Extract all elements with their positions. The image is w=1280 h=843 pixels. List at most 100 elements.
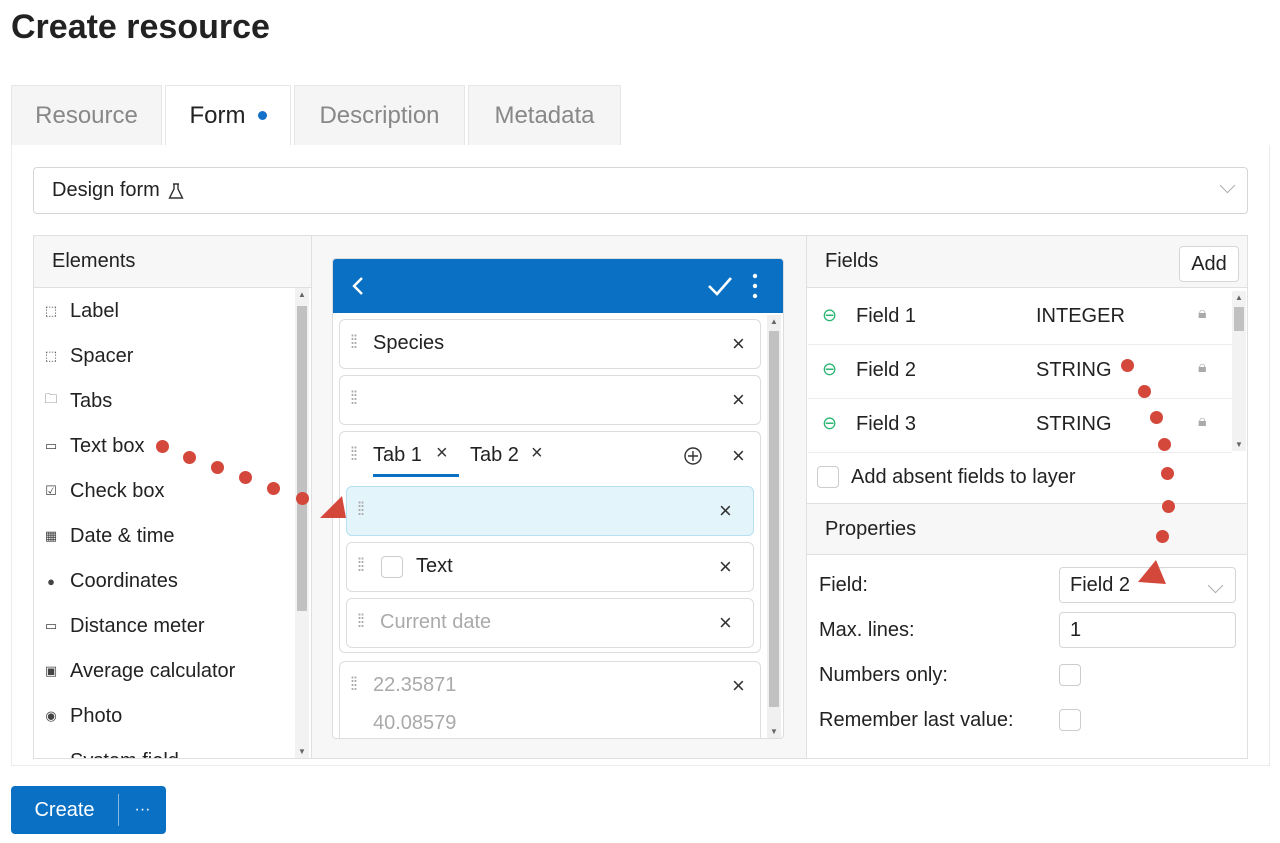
prop-field-label: Field: bbox=[819, 574, 868, 597]
preview-date[interactable]: ⁞⁞ Current date × bbox=[346, 598, 754, 648]
max-lines-input[interactable]: 1 bbox=[1059, 612, 1236, 648]
annotation-dot bbox=[1138, 385, 1151, 398]
checkbox-box[interactable] bbox=[381, 556, 403, 578]
close-tab-2-icon[interactable]: × bbox=[531, 442, 543, 465]
preview-scrollbar[interactable]: ▲ ▼ bbox=[767, 315, 781, 738]
add-absent-label: Add absent fields to layer bbox=[851, 466, 1076, 488]
close-icon[interactable]: × bbox=[732, 387, 745, 413]
element-date-time[interactable]: ▦ Date & time bbox=[40, 521, 175, 551]
elements-scrollbar[interactable]: ▲ ▼ bbox=[295, 288, 309, 758]
design-form-select[interactable]: Design form bbox=[33, 167, 1248, 214]
annotation-dot bbox=[1156, 530, 1169, 543]
spacer-icon: ⬚ bbox=[44, 348, 58, 363]
preview-checkbox[interactable]: ⁞⁞ Text × bbox=[346, 542, 754, 592]
element-distance-meter[interactable]: ▭ Distance meter bbox=[40, 611, 205, 641]
more-options-button[interactable]: ··· bbox=[119, 786, 166, 834]
calculator-icon: ▣ bbox=[44, 663, 58, 678]
textbox-icon: ▭ bbox=[44, 438, 58, 453]
drag-handle-icon[interactable]: ⁞⁞ bbox=[350, 674, 358, 695]
lock-icon[interactable]: 🔒︎ bbox=[1198, 413, 1207, 431]
add-field-button[interactable]: Add bbox=[1179, 246, 1239, 282]
remember-last-value-checkbox[interactable] bbox=[1059, 709, 1081, 731]
tab-resource[interactable]: Resource bbox=[11, 85, 162, 145]
element-spacer[interactable]: ⬚ Spacer bbox=[40, 341, 134, 371]
prop-label-text: Numbers only bbox=[819, 664, 943, 686]
element-label-text: Coordinates bbox=[70, 569, 178, 592]
tab-form[interactable]: Form bbox=[165, 85, 291, 145]
close-icon[interactable]: × bbox=[719, 554, 732, 580]
label-icon: ⬚ bbox=[44, 303, 58, 318]
scroll-down-icon[interactable]: ▼ bbox=[298, 747, 306, 756]
scroll-up-icon[interactable]: ▲ bbox=[298, 290, 306, 299]
elements-panel: Elements ⬚ Label ⬚ Spacer 🗀 Tabs ▭ Text box … bbox=[33, 235, 312, 759]
tab-1[interactable]: Tab 1 bbox=[373, 444, 422, 467]
scroll-thumb[interactable] bbox=[1234, 307, 1244, 331]
field-row[interactable]: ⊖ Field 2 STRING 🔒︎ bbox=[808, 345, 1232, 399]
add-tab-icon[interactable] bbox=[683, 446, 703, 466]
drag-handle-icon[interactable]: ⁞⁞ bbox=[357, 499, 365, 520]
drag-handle-icon[interactable]: ⁞⁞ bbox=[357, 555, 365, 576]
close-icon[interactable]: × bbox=[719, 498, 732, 524]
element-check-box[interactable]: ☑ Check box bbox=[40, 476, 165, 506]
tab-metadata[interactable]: Metadata bbox=[468, 85, 621, 145]
chevron-down-icon[interactable] bbox=[1219, 177, 1236, 194]
element-label-text: Check box bbox=[70, 479, 165, 502]
drag-handle-icon[interactable]: ⁞⁞ bbox=[350, 388, 358, 409]
fields-panel: Fields Add ⊖ Field 1 INTEGER 🔒︎ ⊖ Field … bbox=[806, 235, 1248, 759]
element-label[interactable]: ⬚ Label bbox=[40, 296, 119, 326]
prop-max-lines-label: Max. lines: bbox=[819, 619, 915, 642]
lock-icon[interactable]: 🔒︎ bbox=[1198, 359, 1207, 377]
drag-handle-icon[interactable]: ⁞⁞ bbox=[350, 444, 358, 465]
preview-coordinates[interactable]: ⁞⁞ 22.35871 40.08579 × bbox=[339, 661, 761, 738]
camera-icon: ◉ bbox=[45, 708, 57, 723]
scroll-down-icon[interactable]: ▼ bbox=[1235, 440, 1243, 449]
preview-text-box-drop[interactable]: ⁞⁞ × bbox=[346, 486, 754, 536]
tabs-icon: 🗀 bbox=[44, 391, 58, 406]
tab-description[interactable]: Description bbox=[294, 85, 465, 145]
numbers-only-checkbox[interactable] bbox=[1059, 664, 1081, 686]
page-title: Create resource bbox=[11, 8, 270, 46]
close-icon[interactable]: × bbox=[732, 443, 745, 469]
element-average-calculator[interactable]: ▣ Average calculator bbox=[40, 656, 235, 686]
scroll-thumb[interactable] bbox=[297, 306, 307, 611]
link-icon: ⊖ bbox=[822, 413, 838, 433]
more-vert-icon[interactable] bbox=[752, 272, 758, 300]
close-icon[interactable]: × bbox=[719, 610, 732, 636]
create-button-group: Create ··· bbox=[11, 786, 166, 834]
element-photo[interactable]: ◉ Photo bbox=[40, 701, 122, 731]
design-form-label: Design form bbox=[52, 179, 160, 201]
drag-handle-icon[interactable]: ⁞⁞ bbox=[350, 332, 358, 353]
scroll-down-icon[interactable]: ▼ bbox=[770, 727, 778, 736]
annotation-dot bbox=[239, 471, 252, 484]
checkbox-icon: ☑ bbox=[45, 483, 57, 498]
element-coordinates[interactable]: ● Coordinates bbox=[40, 566, 178, 596]
preview-spacer[interactable]: ⁞⁞ × bbox=[339, 375, 761, 425]
add-absent-checkbox[interactable] bbox=[817, 466, 839, 488]
create-button[interactable]: Create bbox=[11, 786, 118, 834]
check-icon[interactable] bbox=[706, 275, 734, 297]
tab-2[interactable]: Tab 2 bbox=[470, 444, 519, 467]
close-icon[interactable]: × bbox=[732, 673, 745, 699]
lock-icon[interactable]: 🔒︎ bbox=[1198, 305, 1207, 323]
preview-field-species[interactable]: ⁞⁞ Species × bbox=[339, 319, 761, 369]
scroll-up-icon[interactable]: ▲ bbox=[770, 317, 778, 326]
close-tab-1-icon[interactable]: × bbox=[436, 442, 448, 465]
fields-scrollbar[interactable]: ▲ ▼ bbox=[1232, 291, 1246, 451]
element-system-field[interactable]: ▭ System field bbox=[40, 746, 179, 759]
chevron-down-icon[interactable] bbox=[1207, 577, 1224, 594]
scroll-up-icon[interactable]: ▲ bbox=[1235, 293, 1243, 302]
close-icon[interactable]: × bbox=[732, 331, 745, 357]
annotation-dot bbox=[1158, 438, 1171, 451]
preview-toolbar bbox=[333, 259, 783, 313]
drag-handle-icon[interactable]: ⁞⁞ bbox=[357, 611, 365, 632]
element-tabs[interactable]: 🗀 Tabs bbox=[40, 386, 112, 416]
link-icon: ⊖ bbox=[822, 305, 838, 325]
annotation-dot bbox=[1161, 467, 1174, 480]
scroll-thumb[interactable] bbox=[769, 331, 779, 707]
checkbox-text: Text bbox=[416, 555, 453, 577]
element-text-box[interactable]: ▭ Text box bbox=[40, 431, 145, 461]
field-row[interactable]: ⊖ Field 1 INTEGER 🔒︎ bbox=[808, 291, 1232, 345]
back-icon[interactable] bbox=[351, 276, 365, 296]
annotation-dot bbox=[267, 482, 280, 495]
preview-tabs-container[interactable]: ⁞⁞ Tab 1 × Tab 2 × × ⁞⁞ × ⁞⁞ Text × ⁞⁞ C… bbox=[339, 431, 761, 653]
